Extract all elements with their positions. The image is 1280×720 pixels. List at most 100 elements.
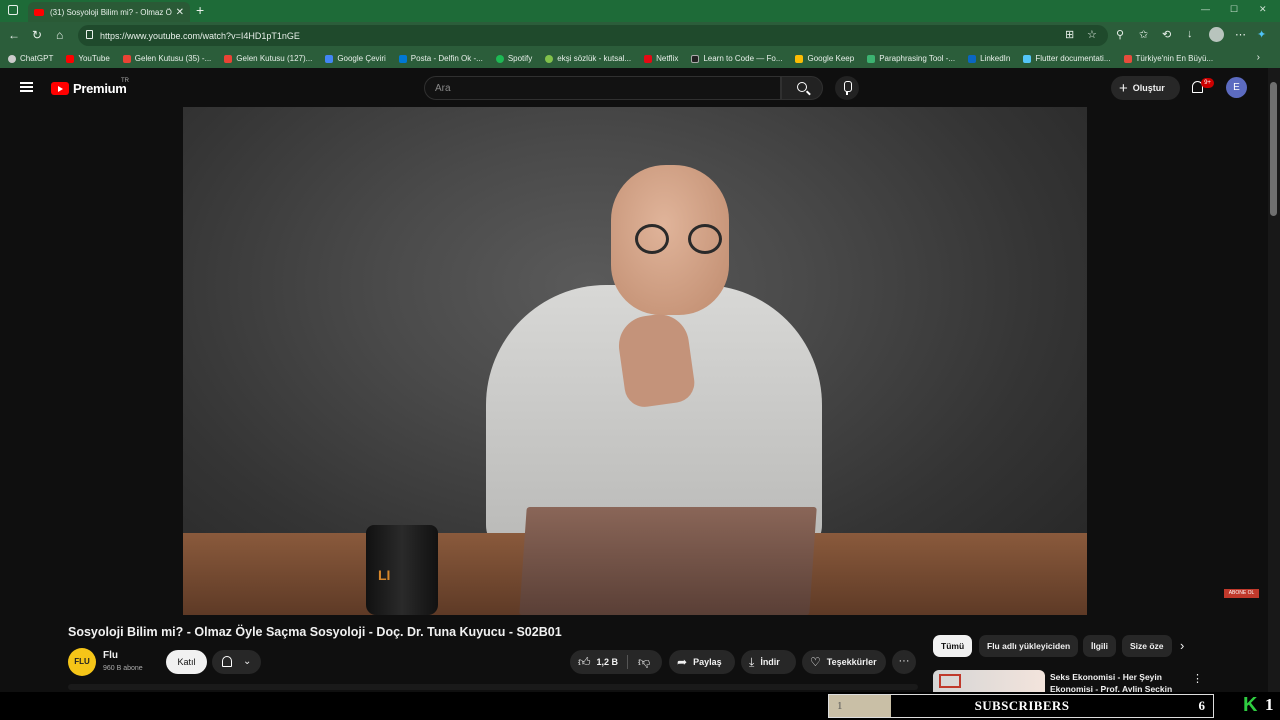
thumbnail-graphic [939,674,961,688]
description-box[interactable] [68,684,918,690]
share-button[interactable]: ➦ Paylaş [669,650,735,674]
app-install-icon[interactable]: ⊞ [1065,28,1074,41]
bookmark-icon [795,54,804,63]
bookmark-item[interactable]: YouTube [66,54,110,63]
copilot-icon[interactable]: ✦ [1257,28,1266,41]
search-input[interactable]: Ara [424,76,781,100]
bookmark-item[interactable]: Learn to Code — Fo... [691,54,782,63]
extensions-icon[interactable]: ⚲ [1116,28,1124,41]
more-actions-icon[interactable]: ··· [892,650,916,674]
notifications-badge: 9+ [1201,78,1214,88]
address-bar[interactable]: https://www.youtube.com/watch?v=I4HD1pT1… [78,25,1108,46]
channel-name[interactable]: Flu [103,650,118,661]
thanks-button[interactable]: ♡ Teşekkürler [802,650,886,674]
bookmark-item[interactable]: LinkedIn [968,54,1010,63]
download-button[interactable]: ⤓ İndir [741,650,796,674]
user-avatar[interactable]: E [1226,77,1247,98]
region-code: TR [121,78,129,84]
bookmark-icon [66,54,75,63]
history-icon[interactable]: ⟲ [1162,28,1171,41]
chip-related[interactable]: İlgili [1083,635,1116,657]
chip-for-you[interactable]: Size öze [1122,635,1172,657]
bookmark-icon [968,54,977,63]
search-button[interactable] [781,76,823,100]
bookmarks-bar: ChatGPT YouTube Gelen Kutusu (35) -... G… [0,49,1280,68]
subscriber-counter: 1 SUBSCRIBERS 6 [828,694,1214,718]
bookmark-icon [325,54,334,63]
subscription-bell-button[interactable]: ⌄ [212,650,261,674]
bookmark-item[interactable]: Netflix [644,54,678,63]
dislike-button[interactable]: 👎︎ [634,650,662,674]
create-button[interactable]: + Oluştur [1111,76,1180,100]
chip-all[interactable]: Tümü [933,635,973,657]
like-dislike-divider [627,655,628,669]
bookmark-item[interactable]: ekşi sözlük - kutsal... [545,54,631,63]
youtube-logo[interactable]: Premium [51,81,127,96]
voice-search-icon[interactable] [835,76,859,100]
bookmark-item[interactable]: Flutter documentati... [1023,54,1111,63]
glasses-left [635,224,669,254]
recommendation-title[interactable]: Seks Ekonomisi - Her Şeyin Ekonomisi - P… [1050,671,1185,692]
bookmarks-more-icon[interactable]: › [1257,52,1260,63]
share-icon: ➦ [677,655,688,669]
scrollbar-thumb[interactable] [1270,82,1277,216]
reload-icon[interactable]: ↻ [32,28,42,42]
youtube-play-icon [51,82,69,95]
youtube-favicon-icon [34,8,44,16]
bookmark-item[interactable]: Spotify [495,54,532,63]
recommendation-thumbnail[interactable] [933,670,1045,692]
tab-close-icon[interactable]: ✕ [176,7,184,18]
more-menu-icon[interactable]: ⋯ [1235,28,1246,41]
join-button[interactable]: Katıl [166,650,207,674]
recommendation-menu-icon[interactable]: ⋮ [1192,672,1203,685]
menu-icon[interactable] [20,82,33,92]
subscriber-count: 6 [1198,698,1206,713]
close-window-icon[interactable]: ✕ [1259,4,1267,15]
like-count: 1,2 B [596,657,619,667]
bookmark-item[interactable]: ChatGPT [8,54,53,63]
favorite-star-icon[interactable]: ☆ [1087,28,1097,41]
browser-tab-active[interactable]: (31) Sosyoloji Bilim mi? - Olmaz Ö ✕ [28,2,190,22]
back-icon[interactable]: ← [8,28,20,42]
channel-subscribers: 960 B abone [103,665,143,672]
favorites-icon[interactable]: ✩ [1139,28,1148,41]
subscribe-overlay-badge[interactable]: ABONE OL [1224,589,1259,598]
profile-avatar[interactable] [1209,27,1224,42]
page-scrollbar[interactable] [1268,68,1280,692]
channel-avatar[interactable]: FLU [68,648,96,676]
maximize-icon[interactable]: ☐ [1230,4,1238,15]
subscriber-rank: 1 [829,695,891,717]
bookmark-item[interactable]: Türkiye'nin En Büyü... [1123,54,1213,63]
bookmark-icon [8,54,16,63]
bookmark-item[interactable]: Gelen Kutusu (35) -... [122,54,211,63]
home-icon[interactable]: ⌂ [56,28,63,42]
video-player[interactable]: LI [183,107,1087,615]
bookmark-item[interactable]: Posta - Delfin Ok -... [398,54,483,63]
download-icon: ⤓ [749,654,755,669]
chevron-down-icon: ⌄ [243,656,252,667]
video-title: Sosyoloji Bilim mi? - Olmaz Öyle Saçma S… [68,625,562,639]
youtube-masthead: Premium TR Ara + Oluştur 9+ E [0,68,1268,108]
bookmark-item[interactable]: Google Çeviri [325,54,386,63]
thanks-icon: ♡ [810,655,821,669]
bookmark-icon [224,54,233,63]
chip-from-uploader[interactable]: Flu adlı yükleyiciden [979,635,1079,657]
video-mug [366,525,438,615]
bookmark-item[interactable]: Paraphrasing Tool -... [867,54,955,63]
bookmark-item[interactable]: Gelen Kutusu (127)... [224,54,312,63]
overlay-number: 1 [1265,695,1274,714]
new-tab-icon[interactable]: + [196,2,204,18]
downloads-icon[interactable]: ↓ [1187,28,1193,40]
bookmark-icon [644,54,653,63]
bookmark-icon [398,54,407,63]
tab-actions-icon[interactable] [8,5,18,15]
bookmark-item[interactable]: Google Keep [795,54,854,63]
bell-icon [222,656,232,667]
video-laptop [519,507,817,615]
subscriber-label: SUBSCRIBERS [974,698,1070,713]
minimize-icon[interactable]: — [1201,4,1210,14]
thumbs-up-icon: 👍︎ [578,654,591,669]
browser-toolbar: ← ↻ ⌂ https://www.youtube.com/watch?v=I4… [0,22,1280,49]
lock-icon [86,30,93,39]
chevron-right-icon[interactable]: › [1180,638,1184,653]
